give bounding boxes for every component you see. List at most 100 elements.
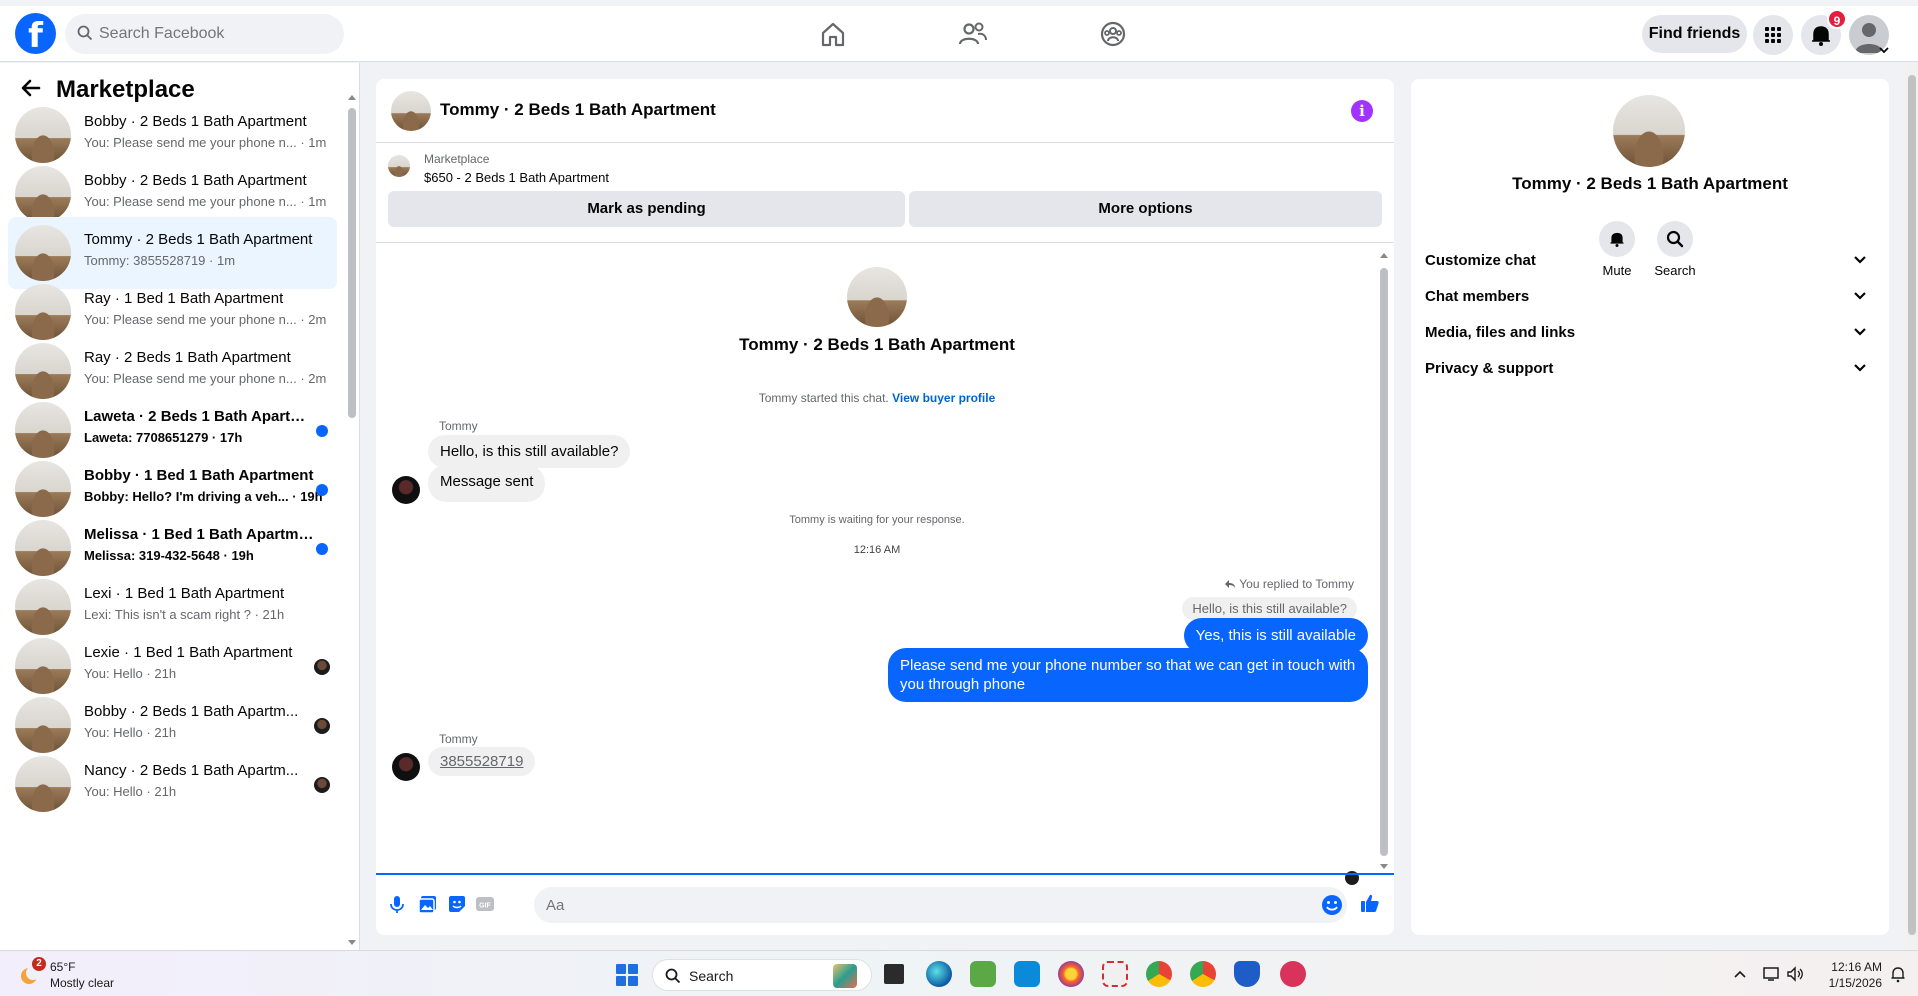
app-icon[interactable] (1280, 961, 1306, 987)
microphone-icon[interactable] (386, 893, 408, 915)
start-button[interactable] (616, 964, 638, 986)
sticker-icon[interactable] (446, 893, 468, 915)
emoji-icon[interactable] (1321, 894, 1343, 916)
mark-as-pending-button[interactable]: Mark as pending (388, 191, 905, 227)
facebook-logo[interactable]: f (15, 13, 56, 54)
notepad-app-icon[interactable] (970, 961, 996, 987)
details-section-row[interactable]: Chat members (1425, 279, 1875, 315)
message-input[interactable] (534, 887, 1347, 923)
conversation-preview-text: Laweta: 7708651279 (84, 430, 209, 445)
quoted-message[interactable]: Hello, is this still available? (1182, 597, 1357, 620)
chrome-profile-icon[interactable] (1190, 961, 1216, 987)
weather-condition[interactable]: Mostly clear (50, 976, 114, 990)
clock-time: 12:16 AM (1831, 960, 1882, 974)
show-hidden-icons-chevron[interactable] (1733, 969, 1747, 979)
view-buyer-profile-link[interactable]: View buyer profile (892, 391, 995, 405)
groups-icon[interactable] (1097, 18, 1129, 50)
replied-to-label: You replied to Tommy (1224, 577, 1354, 591)
conversation-thumbnail[interactable] (15, 402, 71, 458)
back-arrow-icon[interactable] (20, 77, 42, 99)
listing-price-title[interactable]: $650 - 2 Beds 1 Bath Apartment (424, 170, 609, 185)
chrome-icon[interactable] (1146, 961, 1172, 987)
conversation-preview: You: Please send me your phone n... · 1m (84, 135, 334, 150)
conversation-preview-text: Bobby: Hello? I'm driving a veh... (84, 489, 289, 504)
sender-avatar[interactable] (392, 753, 420, 781)
separator: · (142, 784, 155, 799)
incoming-message-phone[interactable]: 3855528719 (428, 747, 536, 776)
conversation-thumbnail[interactable] (15, 638, 71, 694)
outgoing-message[interactable]: Please send me your phone number so that… (888, 648, 1368, 702)
conversation-thumbnail[interactable] (15, 579, 71, 635)
incoming-message[interactable]: Message sent (428, 465, 546, 502)
scroll-up-arrow-icon[interactable] (347, 93, 357, 101)
edge-browser-icon[interactable] (926, 961, 952, 987)
conversation-preview-text: You: Hello (84, 666, 143, 681)
chevron-down-icon[interactable] (1853, 255, 1867, 265)
conversation-time: 21h (154, 725, 177, 740)
chat-scrollbar[interactable] (1380, 268, 1388, 856)
conversation-thumbnail[interactable] (15, 520, 71, 576)
conversation-preview: Tommy: 3855528719 · 1m (84, 253, 334, 268)
scroll-up-arrow-icon[interactable] (1379, 251, 1389, 259)
message-composer: GIF (376, 873, 1394, 935)
conversation-thumbnail[interactable] (15, 225, 71, 281)
sidebar-scrollbar[interactable] (348, 108, 356, 418)
vpn-shield-icon[interactable] (1234, 961, 1260, 987)
conversation-thumbnail[interactable] (15, 166, 71, 222)
incoming-message[interactable]: Hello, is this still available? (428, 435, 631, 468)
conversation-thumbnail[interactable] (15, 284, 71, 340)
task-view-icon[interactable] (884, 964, 904, 984)
snipping-tool-icon[interactable] (1102, 961, 1128, 987)
info-icon[interactable]: i (1351, 100, 1373, 122)
conversation-thumbnail[interactable] (15, 461, 71, 517)
chat-avatar[interactable] (391, 91, 431, 131)
chevron-down-icon[interactable] (1853, 327, 1867, 337)
conversation-thumbnail[interactable] (15, 107, 71, 163)
taskbar-search[interactable]: Search (652, 959, 872, 991)
details-avatar[interactable] (1613, 95, 1685, 167)
chat-title[interactable]: Tommy · 2 Beds 1 Bath Apartment (440, 100, 716, 120)
details-section-row[interactable]: Customize chat (1425, 243, 1875, 279)
conversation-thumbnail[interactable] (15, 756, 71, 812)
system-clock[interactable]: 12:16 AM 1/15/2026 (1808, 959, 1882, 991)
chat-header: Tommy · 2 Beds 1 Bath Apartment i (376, 79, 1394, 143)
chevron-down-icon[interactable] (1853, 363, 1867, 373)
volume-icon[interactable] (1786, 966, 1804, 982)
chevron-down-icon[interactable] (1879, 46, 1889, 54)
search-input[interactable] (99, 14, 329, 54)
details-section-row[interactable]: Privacy & support (1425, 351, 1875, 387)
conversation-name: Bobby · 2 Beds 1 Bath Apartment (84, 172, 307, 189)
listing-thumbnail[interactable] (388, 155, 410, 177)
signing-app-icon[interactable] (1014, 961, 1040, 987)
scroll-down-arrow-icon[interactable] (1379, 863, 1389, 871)
gif-icon[interactable]: GIF (474, 893, 496, 915)
conversation-time: 21h (154, 666, 177, 681)
conversation-preview: Lexi: This isn't a scam right ? · 21h (84, 607, 334, 622)
sender-avatar[interactable] (392, 476, 420, 504)
search-icon (77, 25, 93, 41)
find-friends-button[interactable]: Find friends (1642, 15, 1747, 53)
unread-indicator (316, 543, 328, 555)
thumbs-up-icon[interactable] (1359, 892, 1381, 914)
conversation-item[interactable]: Nancy · 2 Beds 1 Bath Apartm... You: Hell… (8, 748, 337, 820)
conversation-preview-text: You: Hello (84, 784, 143, 799)
notification-bell-icon[interactable] (1890, 965, 1906, 983)
window-scrollbar[interactable] (1906, 63, 1918, 950)
firefox-icon[interactable] (1058, 961, 1084, 987)
home-icon[interactable] (817, 18, 849, 50)
friends-icon[interactable] (957, 18, 989, 50)
details-section-row[interactable]: Media, files and links (1425, 315, 1875, 351)
chevron-down-icon[interactable] (1853, 291, 1867, 301)
more-options-button[interactable]: More options (909, 191, 1382, 227)
facebook-search[interactable] (65, 14, 344, 54)
menu-button[interactable] (1753, 15, 1793, 55)
temperature[interactable]: 65°F (50, 960, 75, 974)
conversation-thumbnail[interactable] (15, 343, 71, 399)
conversation-thumbnail[interactable] (15, 697, 71, 753)
scroll-down-arrow-icon[interactable] (347, 939, 357, 947)
conversation-preview: Laweta: 7708651279 · 17h (84, 430, 334, 445)
photo-icon[interactable] (417, 893, 439, 915)
window-scrollbar-thumb[interactable] (1908, 75, 1916, 935)
conversation-time: 2m (308, 312, 327, 327)
network-icon[interactable] (1762, 966, 1782, 982)
